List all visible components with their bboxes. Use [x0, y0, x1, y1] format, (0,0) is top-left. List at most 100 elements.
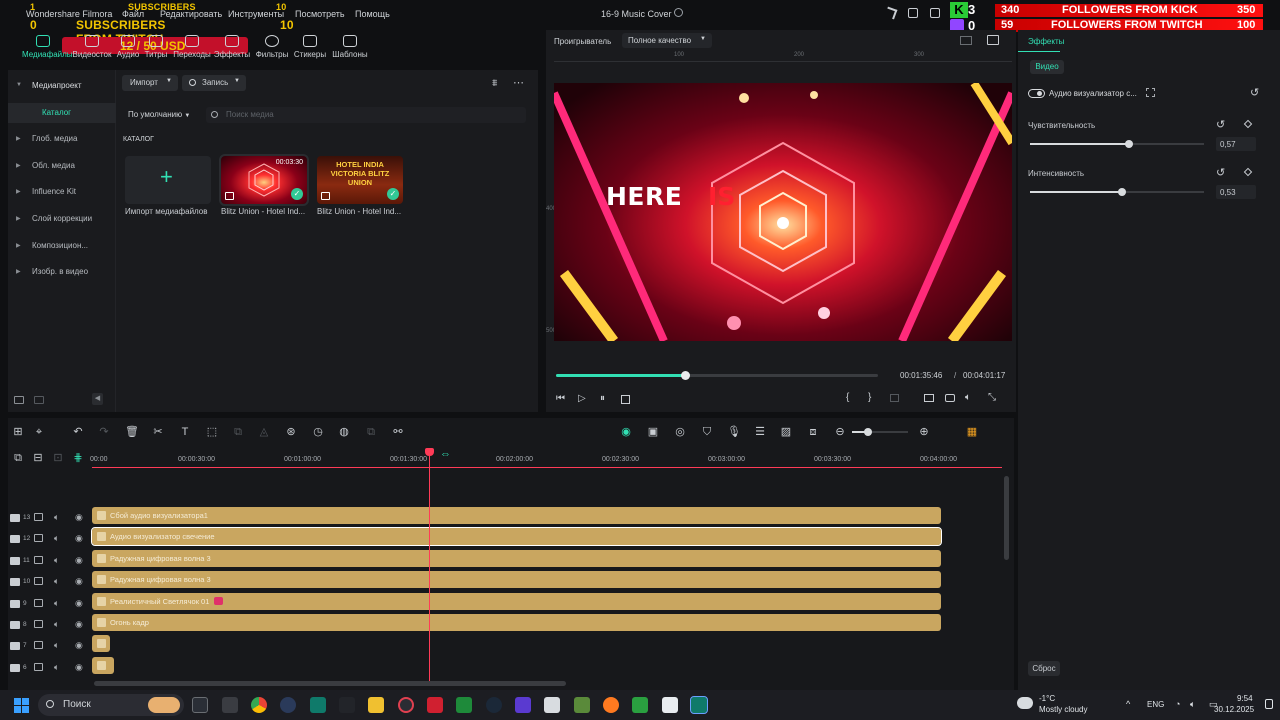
- folder-icon[interactable]: [34, 534, 43, 543]
- folder-icon[interactable]: [34, 598, 43, 607]
- playback-progress[interactable]: [556, 371, 878, 380]
- auto-ripple-icon[interactable]: ◉: [620, 426, 632, 438]
- ai-tools-icon[interactable]: ⊛: [285, 426, 297, 438]
- sidebar-item-project[interactable]: ▼ Медиапроект: [8, 76, 116, 96]
- insert-icon[interactable]: [890, 394, 899, 402]
- clock-time[interactable]: 9:54: [1237, 694, 1253, 703]
- snapshot-icon[interactable]: [987, 35, 999, 45]
- app-icon[interactable]: [632, 697, 648, 713]
- eye-icon[interactable]: ◉: [75, 598, 83, 609]
- app-icon[interactable]: [280, 697, 296, 713]
- notification-icon[interactable]: [1265, 699, 1273, 709]
- vertical-scrollbar[interactable]: [1004, 476, 1009, 560]
- app-icon[interactable]: [456, 697, 472, 713]
- video-preview[interactable]: HERE IS: [554, 83, 1012, 341]
- import-media-tile[interactable]: +: [125, 156, 211, 204]
- calculator-icon[interactable]: [222, 697, 238, 713]
- reset-icon[interactable]: ↺: [1216, 166, 1225, 179]
- filmora-icon[interactable]: [310, 697, 326, 713]
- stop-icon[interactable]: [621, 395, 630, 404]
- menu-view[interactable]: Посмотреть: [295, 9, 345, 19]
- transform-icon[interactable]: ⧉: [232, 426, 244, 438]
- terminal-icon[interactable]: [192, 697, 208, 713]
- keyframe-icon[interactable]: [1243, 119, 1253, 129]
- speaker-icon[interactable]: 🔈︎: [54, 512, 59, 523]
- timeline-clip[interactable]: [92, 656, 114, 674]
- pause-icon[interactable]: ⏸: [600, 393, 605, 404]
- cut-icon[interactable]: ✂: [152, 426, 164, 438]
- sidebar-item-adjustment-layer[interactable]: ▶ Слой коррекции: [8, 209, 116, 229]
- more-icon[interactable]: ⋯: [513, 76, 524, 89]
- eye-icon[interactable]: ◉: [75, 619, 83, 630]
- sensitivity-slider[interactable]: [1030, 140, 1204, 148]
- grid-icon[interactable]: [960, 36, 972, 45]
- folder-icon[interactable]: [34, 513, 43, 521]
- timeline-clip[interactable]: Аудио визуализатор свечение: [91, 527, 942, 547]
- horizontal-scrollbar[interactable]: [94, 681, 566, 686]
- zoom-slider[interactable]: [852, 428, 908, 436]
- app-icon[interactable]: [427, 697, 443, 713]
- sidebar-item-global-media[interactable]: ▶ Глоб. медиа: [8, 129, 116, 149]
- speaker-icon[interactable]: 🔈︎: [54, 576, 59, 587]
- player-tab[interactable]: Проигрыватель: [554, 37, 611, 46]
- app-icon[interactable]: [544, 697, 560, 713]
- record-button[interactable]: Запись ▼: [182, 75, 246, 91]
- screen-icon[interactable]: [930, 8, 940, 18]
- tab-transitions[interactable]: Переходы: [172, 33, 212, 59]
- filmora-active-icon[interactable]: [690, 696, 708, 714]
- import-button[interactable]: Импорт ▼: [122, 75, 178, 91]
- zoom-handle[interactable]: [864, 428, 872, 436]
- previous-frame-icon[interactable]: ⏮: [556, 393, 565, 404]
- speaker-icon[interactable]: 🔈︎: [54, 533, 59, 544]
- marker-icon[interactable]: ◎: [674, 426, 686, 438]
- app-icon[interactable]: [515, 697, 531, 713]
- tab-filters[interactable]: Фильтры: [252, 33, 292, 59]
- zoom-out-icon[interactable]: ⊖: [834, 426, 846, 438]
- app-icon[interactable]: [339, 697, 355, 713]
- sidebar-item-catalog[interactable]: Каталог: [8, 103, 116, 123]
- link-icon[interactable]: ⚯: [392, 426, 404, 438]
- timeline-clip[interactable]: Радужная цифровая волна 3: [92, 549, 941, 567]
- app-icon[interactable]: [398, 697, 414, 713]
- mark-out-icon[interactable]: }: [868, 392, 871, 403]
- eye-icon[interactable]: ◉: [75, 533, 83, 544]
- layout-icon[interactable]: ⊞: [12, 426, 24, 438]
- track-manage-icon[interactable]: ⊟: [32, 452, 44, 464]
- sidebar-item-image-to-video[interactable]: ▶ Изобр. в видео: [8, 262, 116, 282]
- folder-icon[interactable]: [34, 396, 44, 404]
- speed-icon[interactable]: ◷: [312, 426, 324, 438]
- minecraft-icon[interactable]: [574, 697, 590, 713]
- volume-icon[interactable]: 🔈︎: [1190, 699, 1195, 710]
- folder-icon[interactable]: [368, 697, 384, 713]
- speaker-icon[interactable]: 🔈︎: [54, 598, 59, 609]
- windows-start-icon[interactable]: [14, 698, 29, 713]
- tab-stickers[interactable]: Стикеры: [290, 33, 330, 59]
- timeline-clip[interactable]: Сбой аудио визуализатора1: [92, 507, 941, 524]
- folder-icon[interactable]: [34, 577, 43, 586]
- layout-icon[interactable]: [908, 8, 918, 18]
- speaker-icon[interactable]: 🔈︎: [54, 640, 59, 651]
- delete-icon[interactable]: 🗑︎: [125, 426, 139, 438]
- steam-icon[interactable]: [486, 697, 502, 713]
- snap-icon[interactable]: ⊡: [52, 452, 64, 464]
- collapse-icon[interactable]: ◀: [92, 393, 103, 405]
- eye-icon[interactable]: ◉: [75, 512, 83, 523]
- magnet-icon[interactable]: ⋕: [72, 452, 84, 464]
- crop-icon[interactable]: ⬚: [206, 426, 218, 438]
- timeline-clip[interactable]: Радужная цифровая волна 3: [92, 571, 941, 589]
- eye-icon[interactable]: ◉: [75, 576, 83, 587]
- filter-icon[interactable]: ⩩: [492, 78, 497, 89]
- color-icon[interactable]: ◬: [258, 426, 270, 438]
- playhead-handle[interactable]: [425, 448, 434, 456]
- timeline-clip[interactable]: Огонь кадр: [92, 614, 941, 631]
- zoom-in-icon[interactable]: ⊕: [918, 426, 930, 438]
- project-info-icon[interactable]: [674, 8, 683, 17]
- intensity-slider[interactable]: [1030, 188, 1204, 196]
- sidebar-item-influence-kit[interactable]: ▶ Influence Kit: [8, 182, 116, 202]
- folder-icon[interactable]: [34, 662, 43, 671]
- quality-dropdown[interactable]: Полное качество ▼: [622, 33, 712, 48]
- pip-icon[interactable]: ⧈: [807, 426, 819, 438]
- firefox-icon[interactable]: [603, 697, 619, 713]
- sidebar-item-cloud-media[interactable]: ▶ Обл. медиа: [8, 156, 116, 176]
- folder-icon[interactable]: [34, 641, 43, 650]
